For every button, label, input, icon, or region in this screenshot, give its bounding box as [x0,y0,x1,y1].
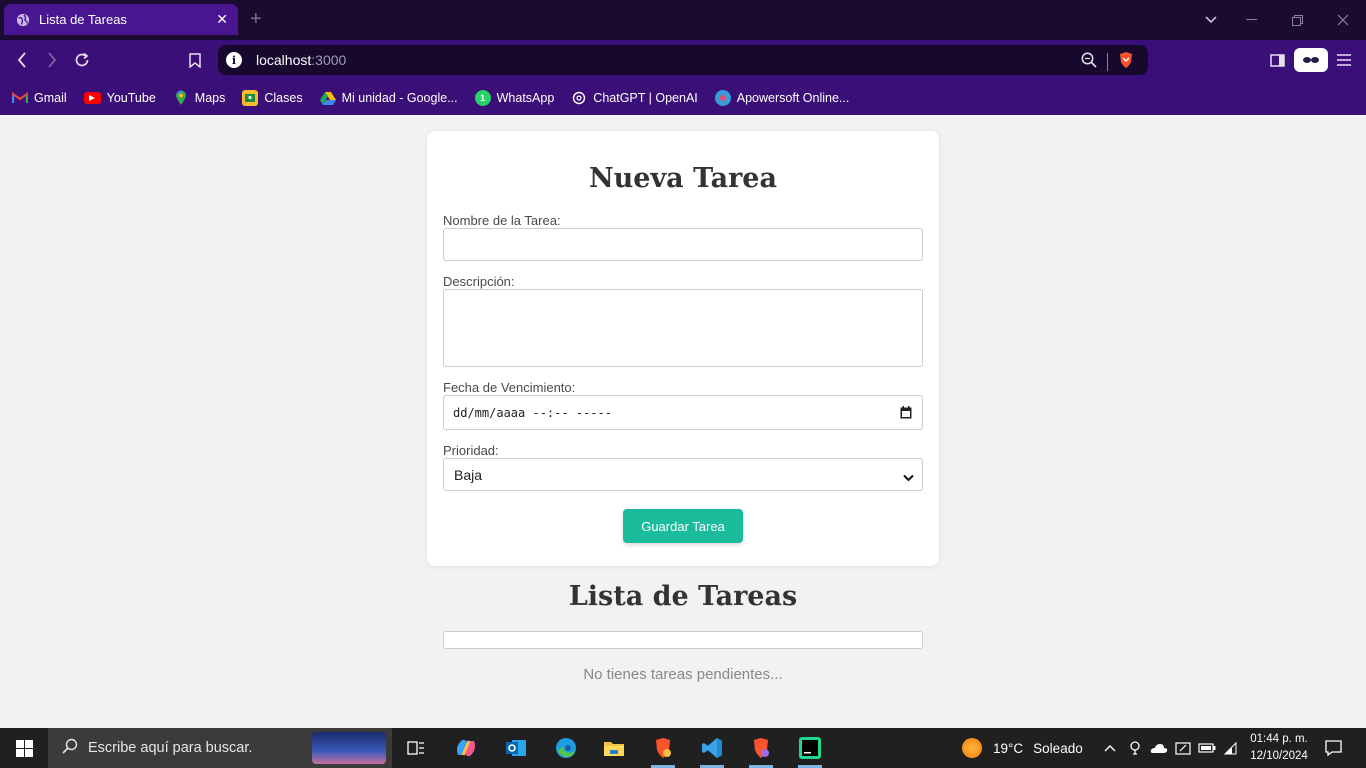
bookmark-chatgpt[interactable]: ChatGPT | OpenAI [571,90,698,106]
camera-privacy-icon[interactable] [1125,728,1145,768]
chevron-up-icon[interactable] [1100,728,1120,768]
wallet-icon[interactable] [1294,48,1328,72]
windows-taskbar: Escribe aquí para buscar. 19°C Soleado 0… [0,728,1366,768]
bookmark-label: Mi unidad - Google... [341,90,458,105]
youtube-icon [83,91,101,104]
priority-select[interactable]: Baja [443,458,923,491]
form-title: Nueva Tarea [589,163,777,194]
gmail-icon [12,90,28,106]
edge-icon[interactable] [542,728,590,768]
empty-list-message: No tienes tareas pendientes... [583,666,783,683]
weather-condition: Soleado [1033,740,1083,756]
bookmark-icon[interactable] [182,48,208,72]
new-tab-icon[interactable]: + [250,9,262,29]
clock-time: 01:44 p. m. [1250,733,1308,745]
classroom-icon [242,89,259,106]
globe-icon [16,13,30,26]
wifi-icon[interactable] [1220,728,1242,768]
datagrip-icon[interactable] [786,728,834,768]
bookmark-label: Apowersoft Online... [736,90,850,105]
bookmark-maps[interactable]: Maps [173,90,226,106]
forward-icon[interactable] [39,48,65,72]
url-port: :3000 [311,52,347,68]
minimize-icon[interactable] [1228,0,1274,40]
back-icon[interactable] [9,48,35,72]
due-date-input[interactable]: dd/mm/aaaa --:-- ----- [443,395,923,430]
bookmark-label: ChatGPT | OpenAI [593,90,698,105]
bookmarks-bar: Gmail YouTube Maps Clases Mi unidad - Go… [0,80,1366,115]
search-highlight-image [312,732,386,764]
divider [1107,52,1108,71]
search-icon [62,738,78,758]
clock-date: 12/10/2024 [1250,750,1308,762]
drive-icon [319,90,336,106]
tab-strip: Lista de Tareas ✕ + [0,0,1366,40]
onedrive-icon[interactable] [1148,728,1170,768]
brave-taskbar-icon-2[interactable] [737,728,785,768]
taskbar-search-box[interactable]: Escribe aquí para buscar. [48,728,392,768]
bookmark-label: YouTube [106,90,156,105]
address-bar[interactable]: i localhost:3000 [218,45,1148,75]
due-date-placeholder: dd/mm/aaaa --:-- ----- [453,405,612,420]
tab-title: Lista de Tareas [39,12,127,27]
menu-icon[interactable] [1331,48,1357,72]
url-host: localhost [256,52,312,68]
bookmark-gmail[interactable]: Gmail [12,90,67,106]
site-info-icon[interactable]: i [226,52,242,68]
file-explorer-icon[interactable] [590,728,638,768]
vscode-icon[interactable] [688,728,736,768]
bookmark-label: Clases [264,90,303,105]
battery-icon[interactable] [1196,728,1218,768]
search-placeholder: Escribe aquí para buscar. [88,740,253,756]
sidebar-icon[interactable] [1264,48,1290,72]
whatsapp-icon: 1 [474,89,491,106]
brave-shields-icon[interactable] [1118,51,1134,72]
restore-icon[interactable] [1274,0,1320,40]
windows-start-icon[interactable] [0,728,48,768]
chevron-down-icon [903,469,914,485]
bookmark-label: Gmail [34,90,67,105]
task-list-container [443,631,923,649]
due-date-label: Fecha de Vencimiento: [443,380,576,395]
bookmark-whatsapp[interactable]: 1 WhatsApp [474,89,555,106]
openai-icon [571,90,587,106]
brave-taskbar-icon-1[interactable] [639,728,687,768]
zoom-icon[interactable] [1081,52,1097,71]
copilot-icon[interactable] [442,728,490,768]
calendar-icon[interactable] [900,406,912,422]
outlook-icon[interactable] [492,728,540,768]
weather-temperature: 19°C [993,740,1024,756]
priority-label: Prioridad: [443,443,499,458]
bookmark-apowersoft[interactable]: Apowersoft Online... [714,89,850,106]
close-window-icon[interactable] [1320,0,1366,40]
sun-icon [962,738,982,758]
description-textarea[interactable] [443,289,923,367]
close-tab-icon[interactable]: ✕ [216,11,228,28]
apowersoft-icon [714,89,731,106]
bookmark-label: Maps [194,90,226,105]
notifications-icon[interactable] [1320,728,1346,768]
task-name-input[interactable] [443,228,923,261]
weather-widget[interactable]: 19°C Soleado [962,728,1083,768]
bookmark-drive[interactable]: Mi unidad - Google... [319,90,458,106]
save-task-button[interactable]: Guardar Tarea [623,509,743,543]
system-clock[interactable]: 01:44 p. m. 12/10/2024 [1244,731,1314,765]
maps-icon [173,90,189,106]
bookmark-clases[interactable]: Clases [242,89,303,106]
priority-value: Baja [454,466,483,483]
bookmark-youtube[interactable]: YouTube [83,90,156,105]
pen-display-icon[interactable] [1172,728,1194,768]
task-view-icon[interactable] [392,728,440,768]
task-list-title: Lista de Tareas [568,581,798,612]
reload-icon[interactable] [69,48,95,72]
description-label: Descripción: [443,274,515,289]
task-name-label: Nombre de la Tarea: [443,213,561,228]
new-task-form: Nueva Tarea Nombre de la Tarea: Descripc… [427,131,939,566]
bookmark-label: WhatsApp [496,90,555,105]
browser-tab[interactable]: Lista de Tareas ✕ [4,4,238,35]
